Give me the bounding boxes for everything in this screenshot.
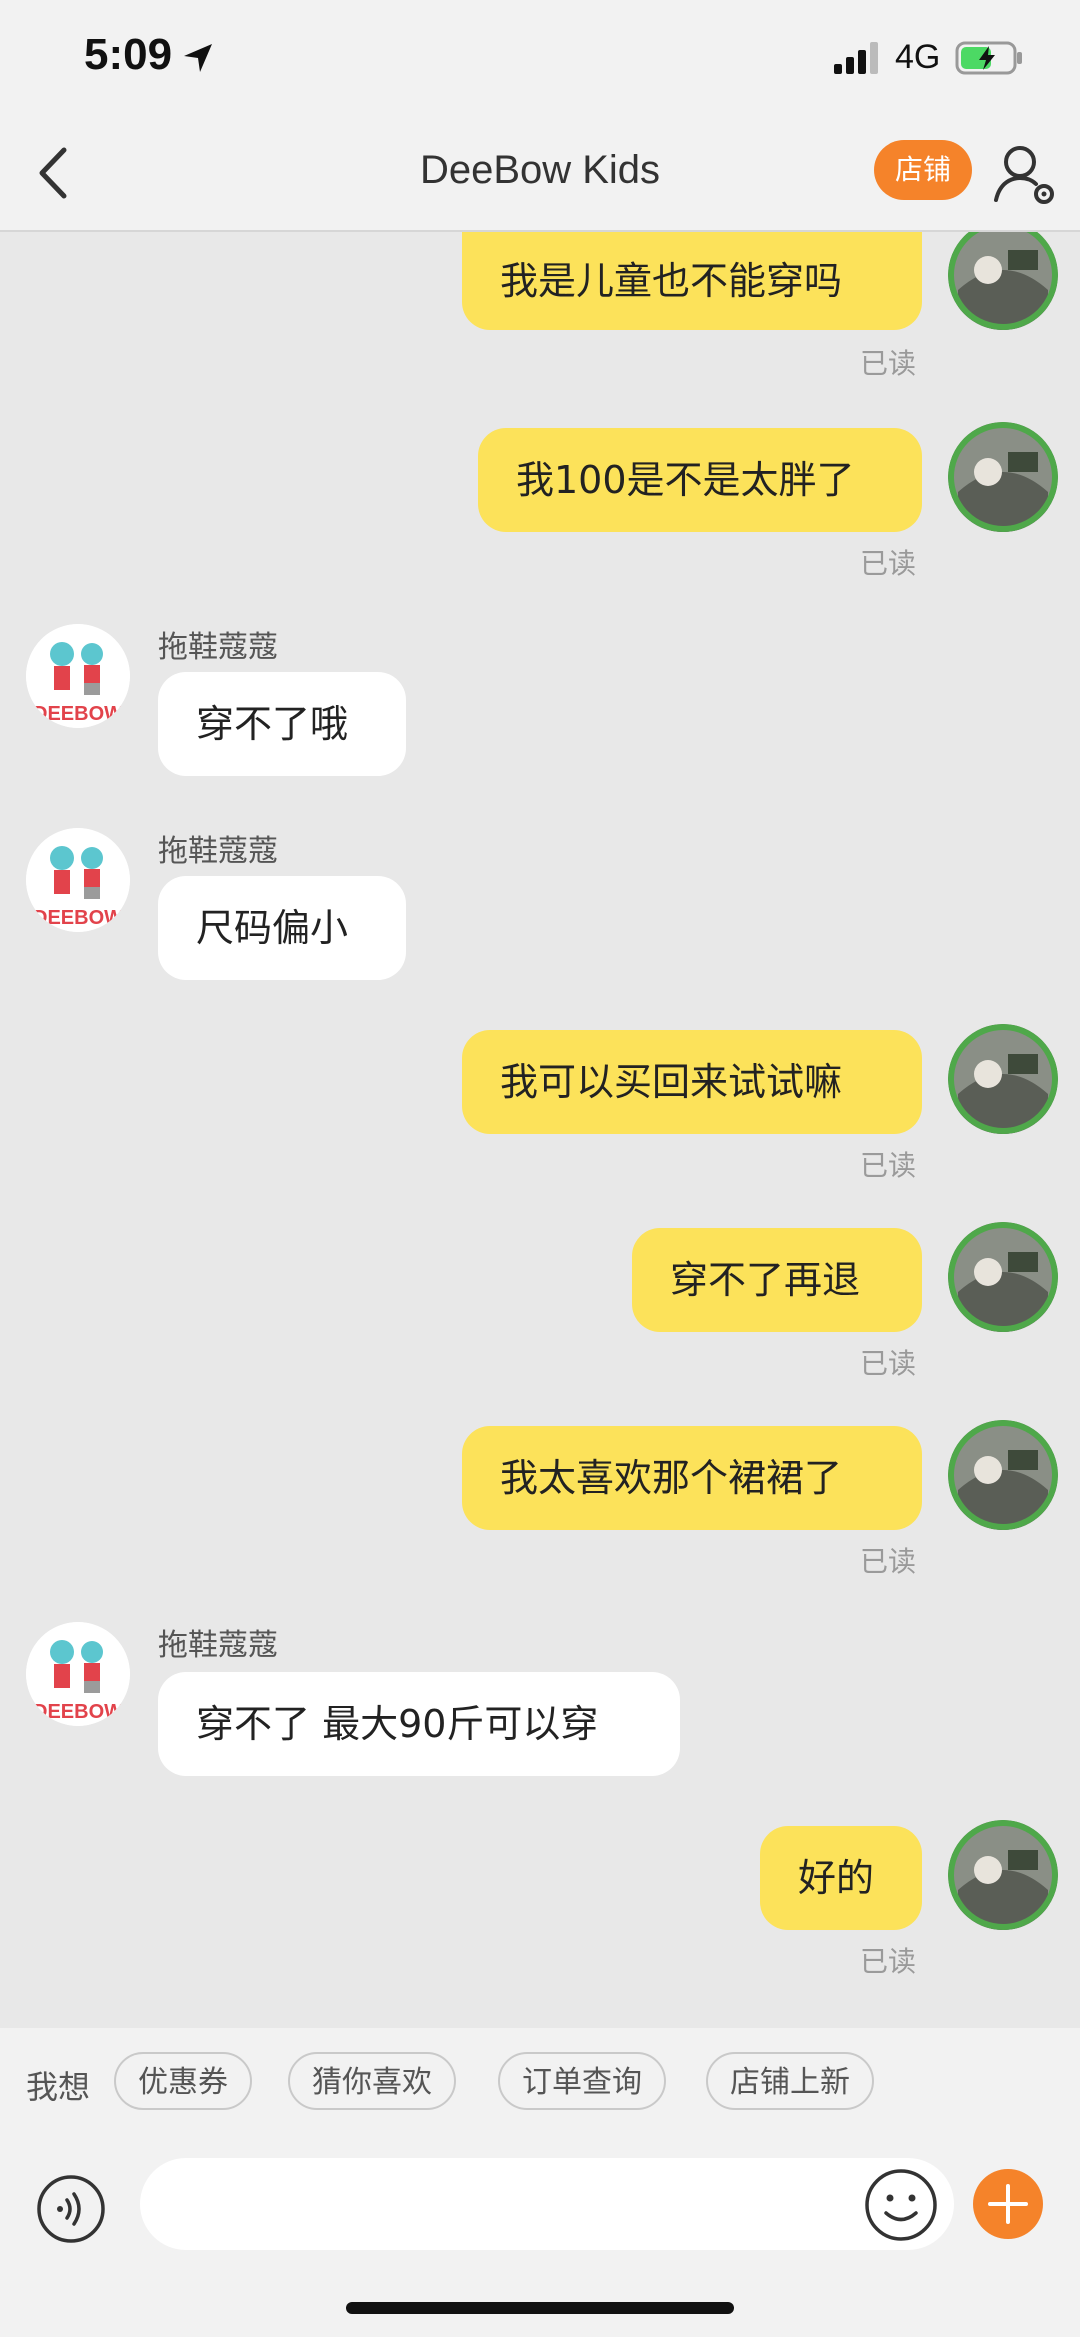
message-input[interactable]	[140, 2158, 954, 2250]
outgoing-message[interactable]: 我太喜欢那个裙裙了	[462, 1426, 922, 1530]
network-type: 4G	[895, 38, 941, 76]
outgoing-message[interactable]: 我100是不是太胖了	[478, 428, 922, 532]
outgoing-message[interactable]: 我可以买回来试试嘛	[462, 1030, 922, 1134]
location-arrow-icon	[184, 44, 212, 72]
shop-avatar[interactable]: DEEBOW	[26, 624, 130, 728]
outgoing-message[interactable]: 穿不了再退	[632, 1228, 922, 1332]
outgoing-message[interactable]: 我是儿童也不能穿吗	[462, 232, 922, 330]
chip-new-arrivals[interactable]: 店铺上新	[706, 2052, 874, 2110]
shop-avatar[interactable]: DEEBOW	[26, 1622, 130, 1726]
shop-avatar[interactable]: DEEBOW	[26, 828, 130, 932]
read-receipt: 已读	[860, 1545, 917, 1578]
chat-message-list[interactable]: 我是儿童也不能穿吗 已读 我100是不是太胖了 已读 DEEBOW 拖鞋蔻蔻 穿…	[0, 232, 1080, 2028]
plus-icon[interactable]	[972, 2168, 1044, 2240]
quick-reply-label: 我想	[26, 2068, 91, 2106]
quick-reply-bar: 我想 优惠券 猜你喜欢 订单查询 店铺上新	[0, 2028, 1080, 2138]
user-avatar[interactable]	[948, 1820, 1058, 1930]
user-avatar[interactable]	[948, 1420, 1058, 1530]
read-receipt: 已读	[860, 547, 917, 580]
incoming-message[interactable]: 尺码偏小	[158, 876, 406, 980]
user-avatar[interactable]	[948, 1222, 1058, 1332]
read-receipt: 已读	[860, 1149, 917, 1182]
chip-coupon[interactable]: 优惠券	[114, 2052, 252, 2110]
incoming-message[interactable]: 穿不了 最大90斤可以穿	[158, 1672, 680, 1776]
status-time: 5:09	[84, 30, 173, 79]
sender-name: 拖鞋蔻蔻	[158, 834, 278, 869]
nav-bar: DeeBow Kids 店铺	[0, 118, 1080, 232]
shop-logo-text: DEEBOW	[33, 703, 123, 725]
battery-charging-icon	[955, 41, 1022, 75]
read-receipt: 已读	[860, 347, 917, 380]
sender-name: 拖鞋蔻蔻	[158, 1628, 278, 1663]
chip-order-query[interactable]: 订单查询	[498, 2052, 666, 2110]
sender-name: 拖鞋蔻蔻	[158, 630, 278, 665]
read-receipt: 已读	[860, 1945, 917, 1978]
read-receipt: 已读	[860, 1347, 917, 1380]
status-bar: 5:09 4G	[0, 0, 1080, 118]
user-avatar[interactable]	[948, 422, 1058, 532]
outgoing-message[interactable]: 好的	[760, 1826, 922, 1930]
emoji-icon[interactable]	[864, 2168, 938, 2242]
shop-logo-text: DEEBOW	[33, 1701, 123, 1723]
home-indicator[interactable]	[346, 2302, 734, 2314]
profile-settings-icon[interactable]	[990, 138, 1060, 208]
user-avatar[interactable]	[948, 232, 1058, 330]
user-avatar[interactable]	[948, 1024, 1058, 1134]
chip-recommend[interactable]: 猜你喜欢	[288, 2052, 456, 2110]
shop-button[interactable]: 店铺	[874, 140, 972, 200]
incoming-message[interactable]: 穿不了哦	[158, 672, 406, 776]
voice-icon[interactable]	[36, 2174, 106, 2244]
shop-logo-text: DEEBOW	[33, 907, 123, 929]
signal-icon	[834, 42, 878, 74]
